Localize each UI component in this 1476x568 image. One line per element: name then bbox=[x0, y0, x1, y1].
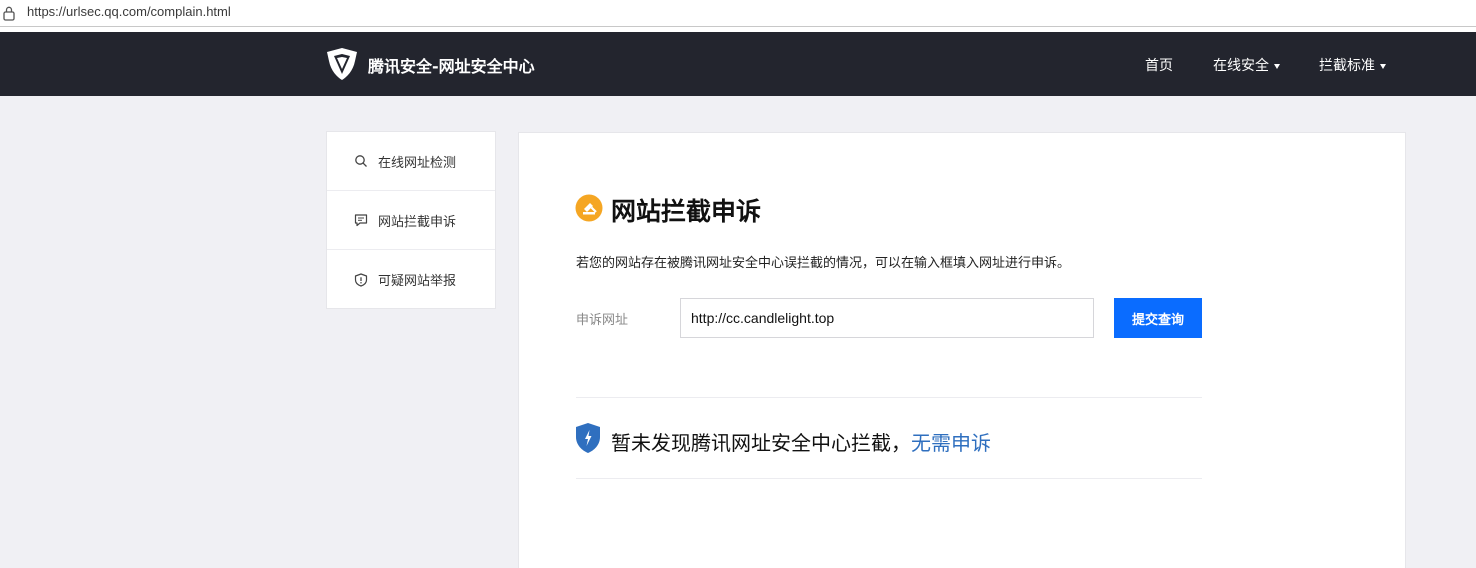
caret-down-icon bbox=[1380, 63, 1386, 69]
nav-home-label: 首页 bbox=[1145, 58, 1173, 74]
page-description: 若您的网站存在被腾讯网址安全中心误拦截的情况，可以在输入框填入网址进行申诉。 bbox=[576, 256, 1071, 271]
tencent-security-logo-icon[interactable] bbox=[325, 47, 359, 81]
main-panel: 网站拦截申诉 若您的网站存在被腾讯网址安全中心误拦截的情况，可以在输入框填入网址… bbox=[518, 132, 1406, 568]
result-text: 暂未发现腾讯网址安全中心拦截， bbox=[611, 431, 911, 455]
sidebar-item-label: 可疑网站举报 bbox=[378, 274, 457, 289]
shield-check-icon bbox=[576, 423, 600, 453]
sidebar-item-url-check[interactable]: 在线网址检测 bbox=[327, 132, 495, 191]
nav-home[interactable]: 首页 bbox=[1145, 55, 1173, 75]
brand-title[interactable]: 腾讯安全-网址安全中心 bbox=[368, 53, 535, 77]
appeal-url-label: 申诉网址 bbox=[576, 313, 629, 328]
sidebar-item-report-suspicious[interactable]: 可疑网站举报 bbox=[327, 250, 495, 309]
sidebar-item-label: 网站拦截申诉 bbox=[378, 214, 457, 230]
divider bbox=[576, 478, 1202, 479]
message-icon bbox=[354, 214, 368, 227]
browser-address-bar[interactable]: https://urlsec.qq.com/complain.html bbox=[0, 0, 1476, 27]
shield-alert-icon bbox=[354, 272, 368, 287]
gavel-icon bbox=[575, 194, 603, 222]
sidebar-item-block-appeal[interactable]: 网站拦截申诉 bbox=[327, 191, 495, 250]
nav-online-security-label: 在线安全 bbox=[1213, 58, 1269, 74]
search-icon bbox=[355, 155, 367, 167]
sidebar: 在线网址检测 网站拦截申诉 可疑网站举报 bbox=[326, 131, 496, 309]
result-highlight: 无需申诉 bbox=[911, 431, 991, 455]
divider bbox=[576, 397, 1202, 398]
nav-block-standards-label: 拦截标准 bbox=[1319, 58, 1375, 74]
top-navigation: 腾讯安全-网址安全中心 首页 在线安全 拦截标准 bbox=[0, 32, 1476, 96]
appeal-url-input[interactable] bbox=[680, 298, 1094, 338]
nav-online-security[interactable]: 在线安全 bbox=[1213, 55, 1280, 75]
caret-down-icon bbox=[1274, 63, 1280, 69]
address-url[interactable]: https://urlsec.qq.com/complain.html bbox=[27, 4, 231, 19]
lock-icon bbox=[3, 6, 15, 21]
page-title: 网站拦截申诉 bbox=[611, 197, 762, 226]
result-message: 暂未发现腾讯网址安全中心拦截，无需申诉 bbox=[611, 427, 991, 456]
submit-query-button[interactable]: 提交查询 bbox=[1114, 298, 1202, 338]
nav-block-standards[interactable]: 拦截标准 bbox=[1319, 55, 1386, 75]
sidebar-item-label: 在线网址检测 bbox=[378, 155, 457, 171]
